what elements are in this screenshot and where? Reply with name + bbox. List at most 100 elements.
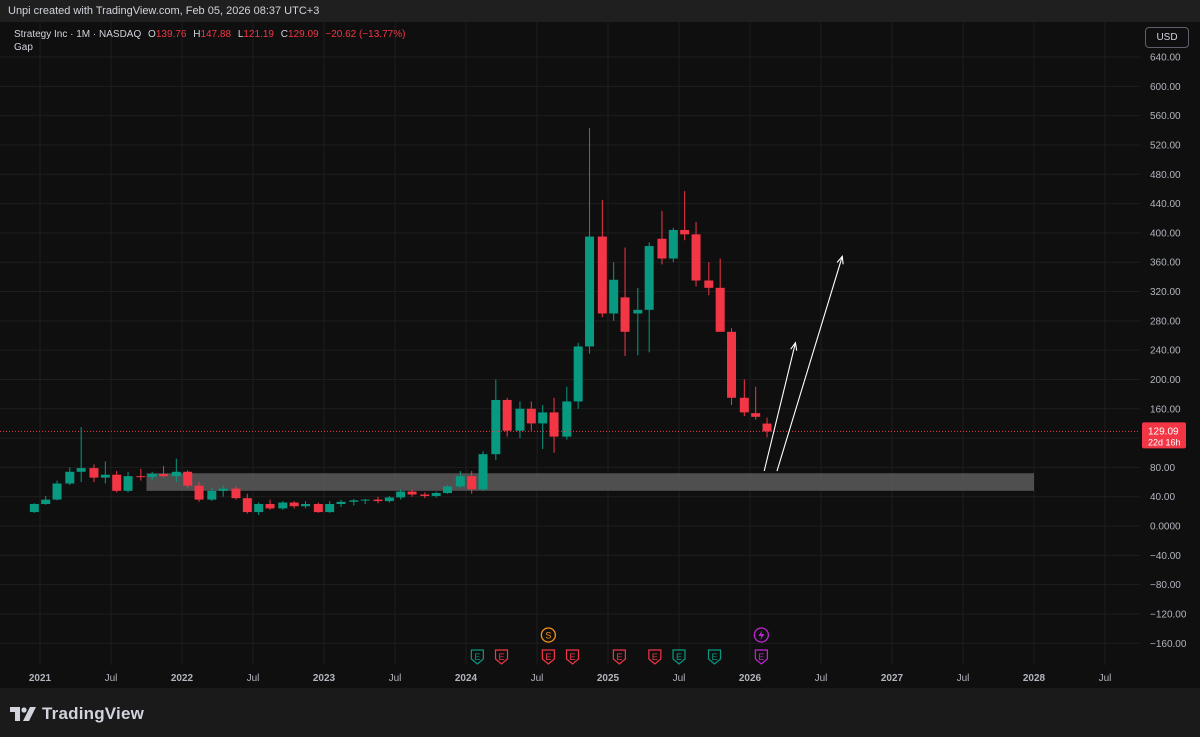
projection-arrow-0[interactable]	[763, 342, 796, 472]
candle-body-48[interactable]	[597, 236, 607, 314]
candle-body-53[interactable]	[657, 238, 667, 259]
gap-zone[interactable]	[146, 473, 1035, 491]
candle-body-4[interactable]	[76, 468, 86, 472]
candle-body-46[interactable]	[573, 346, 583, 402]
x-tick-label-6: 2024	[455, 673, 478, 684]
x-tick-label-10: 2026	[739, 673, 762, 684]
x-tick-label-13: Jul	[957, 673, 970, 684]
earnings-marker-label-0: E	[474, 652, 480, 662]
candle-body-21[interactable]	[278, 502, 288, 509]
candle-body-6[interactable]	[100, 474, 110, 478]
candle-body-8[interactable]	[123, 476, 133, 491]
candle-body-56[interactable]	[691, 234, 701, 281]
candle-body-20[interactable]	[265, 504, 275, 509]
candle-body-18[interactable]	[242, 498, 252, 513]
candle-body-29[interactable]	[373, 499, 383, 502]
candle-body-51[interactable]	[633, 309, 643, 314]
candle-body-14[interactable]	[194, 485, 204, 500]
candle-body-57[interactable]	[704, 280, 714, 288]
candle-body-50[interactable]	[620, 297, 630, 332]
y-tick-label-17: −40.00	[1150, 551, 1181, 562]
candle-body-23[interactable]	[301, 504, 311, 507]
price-chart[interactable]: E E E E E E E E E S 640.00 600.00 560.00 520.00 480.00…	[0, 22, 1200, 688]
candle-body-44[interactable]	[549, 412, 559, 437]
x-tick-label-9: Jul	[673, 673, 686, 684]
candle-body-25[interactable]	[325, 504, 335, 513]
projection-arrow-1[interactable]	[776, 256, 843, 472]
candle-body-7[interactable]	[112, 474, 122, 491]
candle-body-34[interactable]	[431, 493, 441, 496]
candle-body-22[interactable]	[289, 502, 299, 507]
candle-body-37[interactable]	[467, 476, 477, 490]
candle-body-15[interactable]	[207, 490, 217, 500]
candle-body-42[interactable]	[526, 408, 536, 424]
y-tick-label-8: 320.00	[1150, 287, 1181, 298]
x-tick-label-11: Jul	[815, 673, 828, 684]
x-tick-label-15: Jul	[1099, 673, 1112, 684]
candle-body-35[interactable]	[443, 486, 453, 494]
candle-body-62[interactable]	[762, 423, 772, 432]
candle-body-31[interactable]	[396, 491, 406, 498]
earnings-marker-label-8: E	[758, 652, 764, 662]
candle-body-26[interactable]	[336, 501, 346, 505]
chart-area[interactable]: E E E E E E E E E S 640.00 600.00 560.00 520.00 480.00…	[0, 22, 1200, 688]
candle-body-47[interactable]	[585, 236, 595, 347]
y-tick-label-4: 480.00	[1150, 170, 1181, 181]
candle-body-1[interactable]	[41, 499, 51, 505]
earnings-marker-label-3: E	[569, 652, 575, 662]
candle-body-16[interactable]	[218, 488, 228, 491]
candle-body-32[interactable]	[407, 491, 417, 495]
chart-legend: Strategy Inc · 1M · NASDAQ O139.76 H147.…	[14, 28, 405, 54]
bar-countdown-label: 22d 16h	[1148, 437, 1181, 447]
candle-body-17[interactable]	[231, 488, 241, 499]
candle-body-13[interactable]	[183, 471, 193, 486]
candle-body-43[interactable]	[538, 412, 548, 424]
y-tick-label-18: −80.00	[1150, 580, 1181, 591]
low-value: 121.19	[243, 29, 274, 40]
candle-body-11[interactable]	[159, 473, 169, 477]
tradingview-logo[interactable]: TradingView	[10, 704, 144, 724]
candle-body-41[interactable]	[515, 408, 525, 431]
candle-body-0[interactable]	[29, 504, 39, 513]
candle-body-12[interactable]	[171, 471, 181, 477]
candle-body-52[interactable]	[644, 246, 654, 310]
candle-body-38[interactable]	[478, 454, 488, 490]
candle-body-24[interactable]	[313, 504, 323, 513]
candle-body-5[interactable]	[89, 468, 99, 478]
candle-body-39[interactable]	[491, 399, 501, 455]
candle-body-36[interactable]	[455, 476, 465, 487]
candle-body-3[interactable]	[65, 471, 75, 484]
candle-body-10[interactable]	[147, 473, 157, 477]
indicator-label[interactable]: Gap	[14, 42, 33, 53]
x-tick-label-4: 2023	[313, 673, 336, 684]
candle-body-58[interactable]	[715, 287, 725, 332]
close-value: 129.09	[287, 29, 319, 40]
candle-body-60[interactable]	[739, 397, 749, 413]
candle-body-55[interactable]	[680, 229, 690, 235]
candle-body-54[interactable]	[668, 229, 678, 259]
earnings-marker-label-2: E	[545, 652, 551, 662]
indicator-line[interactable]: Gap	[14, 41, 405, 54]
earnings-marker-label-6: E	[676, 652, 682, 662]
y-tick-label-14: 80.00	[1150, 463, 1175, 474]
candle-body-49[interactable]	[609, 279, 619, 314]
currency-button[interactable]: USD	[1145, 27, 1189, 48]
candle-body-19[interactable]	[254, 504, 264, 513]
close-label: C	[280, 29, 288, 40]
tradingview-logo-icon	[10, 707, 36, 721]
candle-body-27[interactable]	[349, 500, 359, 502]
candle-body-40[interactable]	[502, 399, 512, 431]
candle-body-45[interactable]	[562, 401, 572, 437]
candle-body-61[interactable]	[751, 413, 761, 417]
candle-body-9[interactable]	[136, 476, 146, 478]
candle-body-59[interactable]	[727, 331, 737, 398]
candle-body-2[interactable]	[52, 483, 62, 500]
y-tick-label-5: 440.00	[1150, 199, 1181, 210]
y-tick-label-16: 0.0000	[1150, 522, 1181, 533]
y-tick-label-6: 400.00	[1150, 228, 1181, 239]
open-label: O	[148, 29, 156, 40]
candle-body-33[interactable]	[420, 494, 430, 496]
y-tick-label-15: 40.00	[1150, 492, 1175, 503]
candle-body-28[interactable]	[360, 499, 370, 501]
candle-body-30[interactable]	[384, 497, 394, 502]
